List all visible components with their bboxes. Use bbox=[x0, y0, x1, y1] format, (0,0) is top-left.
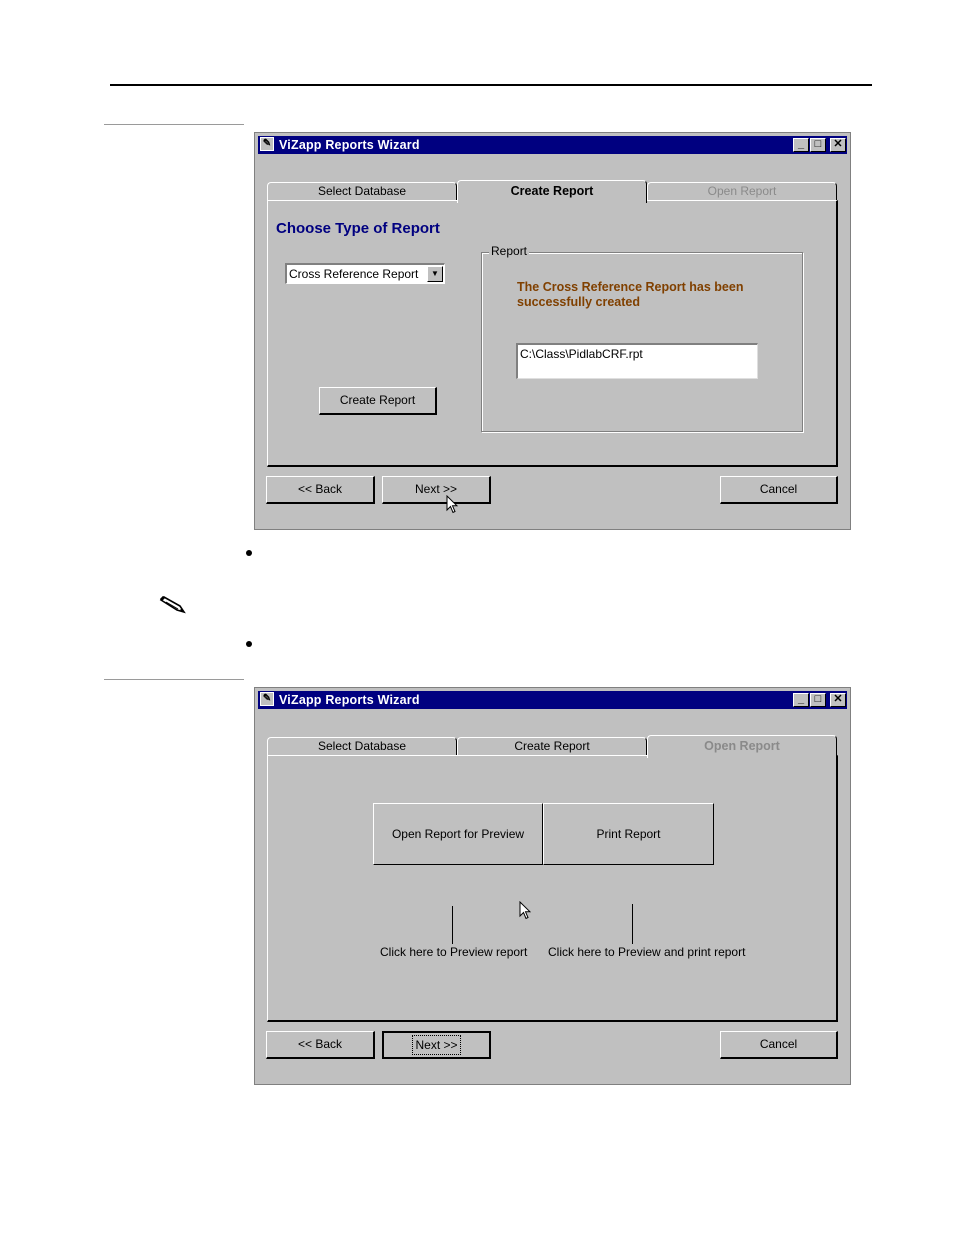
back-button[interactable]: << Back bbox=[266, 476, 375, 504]
bullet-icon bbox=[246, 550, 252, 556]
title-bar[interactable]: ✎ ViZapp Reports Wizard _ □ ✕ bbox=[258, 136, 847, 154]
print-report-button[interactable]: Print Report bbox=[543, 803, 714, 865]
mouse-cursor-icon bbox=[446, 495, 458, 514]
close-icon: ✕ bbox=[833, 693, 843, 705]
side-rule bbox=[104, 679, 244, 680]
report-type-value: Cross Reference Report bbox=[289, 267, 419, 281]
tab-panel bbox=[267, 755, 838, 1022]
report-group-box bbox=[481, 252, 803, 432]
choose-report-heading: Choose Type of Report bbox=[276, 220, 440, 237]
dropdown-arrow-icon[interactable]: ▼ bbox=[427, 266, 443, 282]
next-button-label: Next >> bbox=[412, 1035, 461, 1055]
minimize-button[interactable]: _ bbox=[793, 693, 809, 707]
close-button[interactable]: ✕ bbox=[830, 138, 846, 152]
print-callout-text: Click here to Preview and print report bbox=[548, 945, 746, 959]
maximize-button[interactable]: □ bbox=[810, 138, 826, 152]
report-type-select[interactable]: Cross Reference Report ▼ bbox=[285, 263, 445, 284]
report-path-field[interactable]: C:\Class\PidlabCRF.rpt bbox=[516, 343, 758, 379]
title-bar[interactable]: ✎ ViZapp Reports Wizard _ □ ✕ bbox=[258, 691, 847, 709]
wizard-wand-icon: ✎ bbox=[260, 692, 274, 706]
print-callout-line bbox=[632, 904, 633, 944]
report-group-label: Report bbox=[489, 244, 530, 258]
minimize-button[interactable]: _ bbox=[793, 138, 809, 152]
create-report-button[interactable]: Create Report bbox=[319, 387, 437, 415]
pencil-note-icon bbox=[159, 596, 186, 614]
window-title: ViZapp Reports Wizard bbox=[279, 138, 420, 152]
preview-callout-text: Click here to Preview report bbox=[380, 945, 528, 959]
tab-open-report: Open Report bbox=[647, 182, 837, 201]
cancel-button[interactable]: Cancel bbox=[720, 476, 838, 504]
mouse-cursor-icon bbox=[519, 901, 531, 920]
minimize-icon: _ bbox=[797, 693, 805, 705]
close-button[interactable]: ✕ bbox=[830, 693, 846, 707]
cancel-button[interactable]: Cancel bbox=[720, 1031, 838, 1059]
preview-callout-line bbox=[452, 906, 453, 944]
tab-select-database[interactable]: Select Database bbox=[267, 182, 457, 201]
bullet-icon bbox=[246, 641, 252, 647]
next-button[interactable]: Next >> bbox=[382, 476, 491, 504]
success-message: The Cross Reference Report has been succ… bbox=[517, 280, 744, 309]
minimize-icon: _ bbox=[797, 138, 805, 150]
maximize-icon: □ bbox=[814, 138, 822, 150]
side-rule bbox=[104, 124, 244, 125]
maximize-icon: □ bbox=[814, 693, 822, 705]
maximize-button[interactable]: □ bbox=[810, 693, 826, 707]
tab-create-report[interactable]: Create Report bbox=[457, 737, 647, 756]
wizard-wand-icon: ✎ bbox=[260, 137, 274, 151]
tab-create-report[interactable]: Create Report bbox=[457, 180, 647, 203]
reports-wizard-window-open: ✎ ViZapp Reports Wizard _ □ ✕ Select Dat… bbox=[254, 687, 851, 1085]
tab-open-report[interactable]: Open Report bbox=[647, 735, 837, 758]
tab-select-database[interactable]: Select Database bbox=[267, 737, 457, 756]
reports-wizard-window-create: ✎ ViZapp Reports Wizard _ □ ✕ Select Dat… bbox=[254, 132, 851, 530]
header-rule bbox=[110, 84, 872, 86]
open-report-preview-button[interactable]: Open Report for Preview bbox=[373, 803, 543, 865]
back-button[interactable]: << Back bbox=[266, 1031, 375, 1059]
window-title: ViZapp Reports Wizard bbox=[279, 693, 420, 707]
close-icon: ✕ bbox=[833, 138, 843, 150]
next-button[interactable]: Next >> bbox=[382, 1031, 491, 1059]
